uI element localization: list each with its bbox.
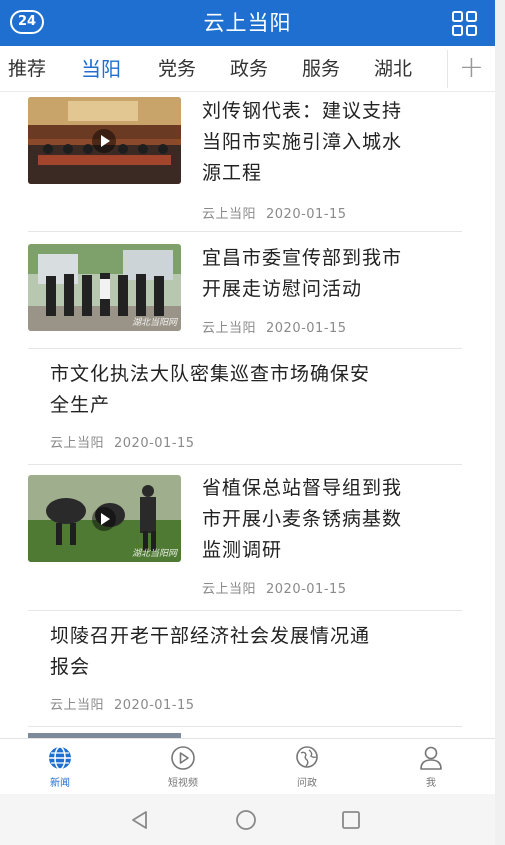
app-header: 24 云上当阳: [0, 0, 495, 46]
news-source: 云上当阳: [50, 436, 105, 451]
news-title: 市文化执法大队密集巡查市场确保安 全生产: [50, 359, 370, 421]
news-meta: 云上当阳 2020-01-15: [202, 203, 347, 222]
news-source: 云上当阳: [202, 321, 257, 336]
news-title-line: 坝陵召开老干部经济社会发展情况通: [50, 625, 371, 647]
news-title: 坝陵召开老干部经济社会发展情况通 报会: [50, 621, 370, 683]
news-meta: 云上当阳 2020-01-15: [202, 578, 347, 597]
home-icon[interactable]: [234, 808, 258, 832]
tab-recommend[interactable]: 推荐: [8, 56, 46, 82]
news-source: 云上当阳: [202, 207, 257, 222]
nav-short-video-label: 短视频: [168, 778, 198, 789]
play-icon: [92, 507, 116, 531]
news-title-line: 刘传钢代表：建议支持: [202, 100, 403, 122]
news-date: 2020-01-15: [114, 698, 195, 713]
news-source: 云上当阳: [202, 582, 257, 597]
bottom-navigation: 新闻 短视频 问政 我: [0, 738, 495, 794]
tab-dangyang[interactable]: 当阳: [81, 56, 121, 82]
thumbnail-watermark: 湖北当阳网: [131, 549, 177, 559]
news-date: 2020-01-15: [114, 436, 195, 451]
globe-icon: [49, 746, 71, 770]
news-title-line: 省植保总站督导组到我: [202, 477, 403, 499]
scroll-edge: [495, 0, 505, 845]
grid-icon[interactable]: [452, 11, 477, 36]
news-date: 2020-01-15: [266, 321, 347, 336]
news-title-line: 当阳市实施引漳入城水: [202, 131, 403, 153]
news-title: 刘传钢代表：建议支持 当阳市实施引漳入城水 源工程: [202, 96, 402, 189]
person-icon: [420, 746, 442, 770]
news-item[interactable]: 市文化执法大队密集巡查市场确保安 全生产 云上当阳 2020-01-15: [28, 349, 462, 465]
news-meta: 云上当阳 2020-01-15: [202, 317, 347, 336]
news-feed[interactable]: 刘传钢代表：建议支持 当阳市实施引漳入城水 源工程 云上当阳 2020-01-15…: [0, 92, 495, 738]
news-thumbnail[interactable]: 湖北当阳网: [28, 244, 181, 331]
news-title-line: 市开展小麦条锈病基数: [202, 508, 403, 530]
news-title-line: 报会: [50, 656, 91, 678]
news-title-line: 宜昌市委宣传部到我市: [202, 247, 403, 269]
news-title-line: 市文化执法大队密集巡查市场确保安: [50, 363, 371, 385]
nav-inquiry-label: 问政: [297, 778, 317, 789]
thumbnail-watermark: 湖北当阳网: [131, 318, 177, 328]
news-thumbnail[interactable]: 湖北当阳网: [28, 475, 181, 562]
news-item[interactable]: 刘传钢代表：建议支持 当阳市实施引漳入城水 源工程 云上当阳 2020-01-15: [28, 92, 462, 232]
news-title-line: 开展走访慰问活动: [202, 278, 363, 300]
tab-party-affairs[interactable]: 党务: [158, 56, 196, 82]
news-date: 2020-01-15: [266, 207, 347, 222]
news-item[interactable]: 坝陵召开老干部经济社会发展情况通 报会 云上当阳 2020-01-15: [28, 611, 462, 727]
nav-inquiry[interactable]: 问政: [267, 745, 347, 789]
tab-services[interactable]: 服务: [302, 56, 340, 82]
recents-icon[interactable]: [339, 808, 363, 832]
news-title: 宜昌市委宣传部到我市 开展走访慰问活动: [202, 243, 402, 305]
add-channel-button[interactable]: +: [447, 50, 495, 88]
nav-me[interactable]: 我: [391, 745, 471, 789]
system-navigation-bar: [0, 794, 495, 845]
nav-short-video[interactable]: 短视频: [143, 745, 223, 789]
news-source: 云上当阳: [50, 698, 105, 713]
news-date: 2020-01-15: [266, 582, 347, 597]
channel-tabs: 推荐 当阳 党务 政务 服务 湖北 +: [0, 46, 495, 92]
news-meta: 云上当阳 2020-01-15: [50, 432, 195, 451]
play-icon: [92, 129, 116, 153]
news-item[interactable]: 湖北当阳网 省植保总站督导组到我 市开展小麦条锈病基数 监测调研 云上当阳 202…: [28, 465, 462, 611]
news-meta: 云上当阳 2020-01-15: [50, 694, 195, 713]
news-item[interactable]: 湖北当阳网 宜昌市委宣传部到我市 开展走访慰问活动 云上当阳 2020-01-15: [28, 232, 462, 349]
news-title: 省植保总站督导组到我 市开展小麦条锈病基数 监测调研: [202, 473, 402, 566]
news-title-line: 源工程: [202, 162, 263, 184]
app-title: 云上当阳: [203, 11, 292, 35]
back-icon[interactable]: [128, 808, 152, 832]
tab-hubei[interactable]: 湖北: [374, 56, 412, 82]
nav-news[interactable]: 新闻: [20, 745, 100, 789]
chat-globe-icon: [296, 746, 318, 768]
play-circle-icon: [171, 746, 195, 770]
news-title-line: 监测调研: [202, 539, 283, 561]
tab-government-affairs[interactable]: 政务: [230, 56, 268, 82]
news-thumbnail[interactable]: [28, 97, 181, 184]
nav-me-label: 我: [426, 778, 436, 789]
news-title-line: 全生产: [50, 394, 111, 416]
nav-news-label: 新闻: [50, 778, 70, 789]
